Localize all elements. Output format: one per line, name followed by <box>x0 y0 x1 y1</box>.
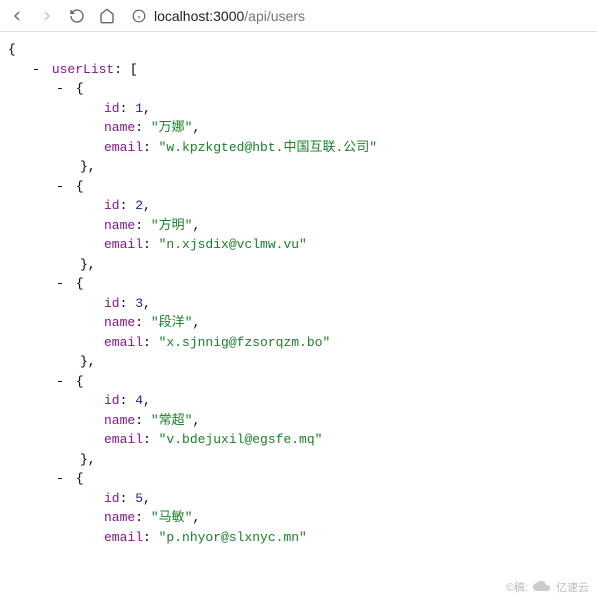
json-object-close: }, <box>8 157 589 177</box>
json-property-name: name: "万娜", <box>8 118 589 138</box>
json-root-key: - userList: [ <box>8 60 589 80</box>
url-text: localhost:3000/api/users <box>154 8 305 24</box>
forward-icon[interactable] <box>38 7 56 25</box>
json-object-open: - { <box>8 177 589 197</box>
json-property-email: email: "v.bdejuxil@egsfe.mq" <box>8 430 589 450</box>
collapse-toggle[interactable]: - <box>56 469 68 489</box>
json-property-id: id: 2, <box>8 196 589 216</box>
json-open-brace: { <box>8 40 589 60</box>
json-property-id: id: 4, <box>8 391 589 411</box>
json-viewer: { - userList: [ - {id: 1,name: "万娜",emai… <box>0 32 597 555</box>
browser-toolbar: localhost:3000/api/users <box>0 0 597 32</box>
cloud-icon <box>532 581 552 593</box>
collapse-toggle[interactable]: - <box>56 372 68 392</box>
json-object-close: }, <box>8 450 589 470</box>
back-icon[interactable] <box>8 7 26 25</box>
json-property-email: email: "p.nhyor@slxnyc.mn" <box>8 528 589 548</box>
home-icon[interactable] <box>98 7 116 25</box>
collapse-toggle[interactable]: - <box>32 60 44 80</box>
json-property-id: id: 5, <box>8 489 589 509</box>
url-host: localhost:3000 <box>154 8 244 24</box>
json-property-email: email: "n.xjsdix@vclmw.vu" <box>8 235 589 255</box>
json-object-open: - { <box>8 372 589 392</box>
json-object-close: }, <box>8 352 589 372</box>
collapse-toggle[interactable]: - <box>56 274 68 294</box>
json-object-open: - { <box>8 469 589 489</box>
json-property-id: id: 1, <box>8 99 589 119</box>
watermark-prefix: ©稿: <box>506 579 528 595</box>
collapse-toggle[interactable]: - <box>56 79 68 99</box>
json-property-name: name: "常超", <box>8 411 589 431</box>
json-object-open: - { <box>8 274 589 294</box>
site-info-icon[interactable] <box>132 9 146 23</box>
collapse-toggle[interactable]: - <box>56 177 68 197</box>
url-bar[interactable]: localhost:3000/api/users <box>128 6 589 26</box>
reload-icon[interactable] <box>68 7 86 25</box>
json-property-id: id: 3, <box>8 294 589 314</box>
json-property-email: email: "x.sjnnig@fzsorqzm.bo" <box>8 333 589 353</box>
json-property-email: email: "w.kpzkgted@hbt.中国互联.公司" <box>8 138 589 158</box>
watermark-brand: 亿速云 <box>556 579 589 595</box>
json-property-name: name: "马敏", <box>8 508 589 528</box>
json-property-name: name: "段洋", <box>8 313 589 333</box>
watermark: ©稿: 亿速云 <box>506 579 589 595</box>
url-path: /api/users <box>244 8 305 24</box>
json-object-open: - { <box>8 79 589 99</box>
json-object-close: }, <box>8 255 589 275</box>
json-property-name: name: "方明", <box>8 216 589 236</box>
